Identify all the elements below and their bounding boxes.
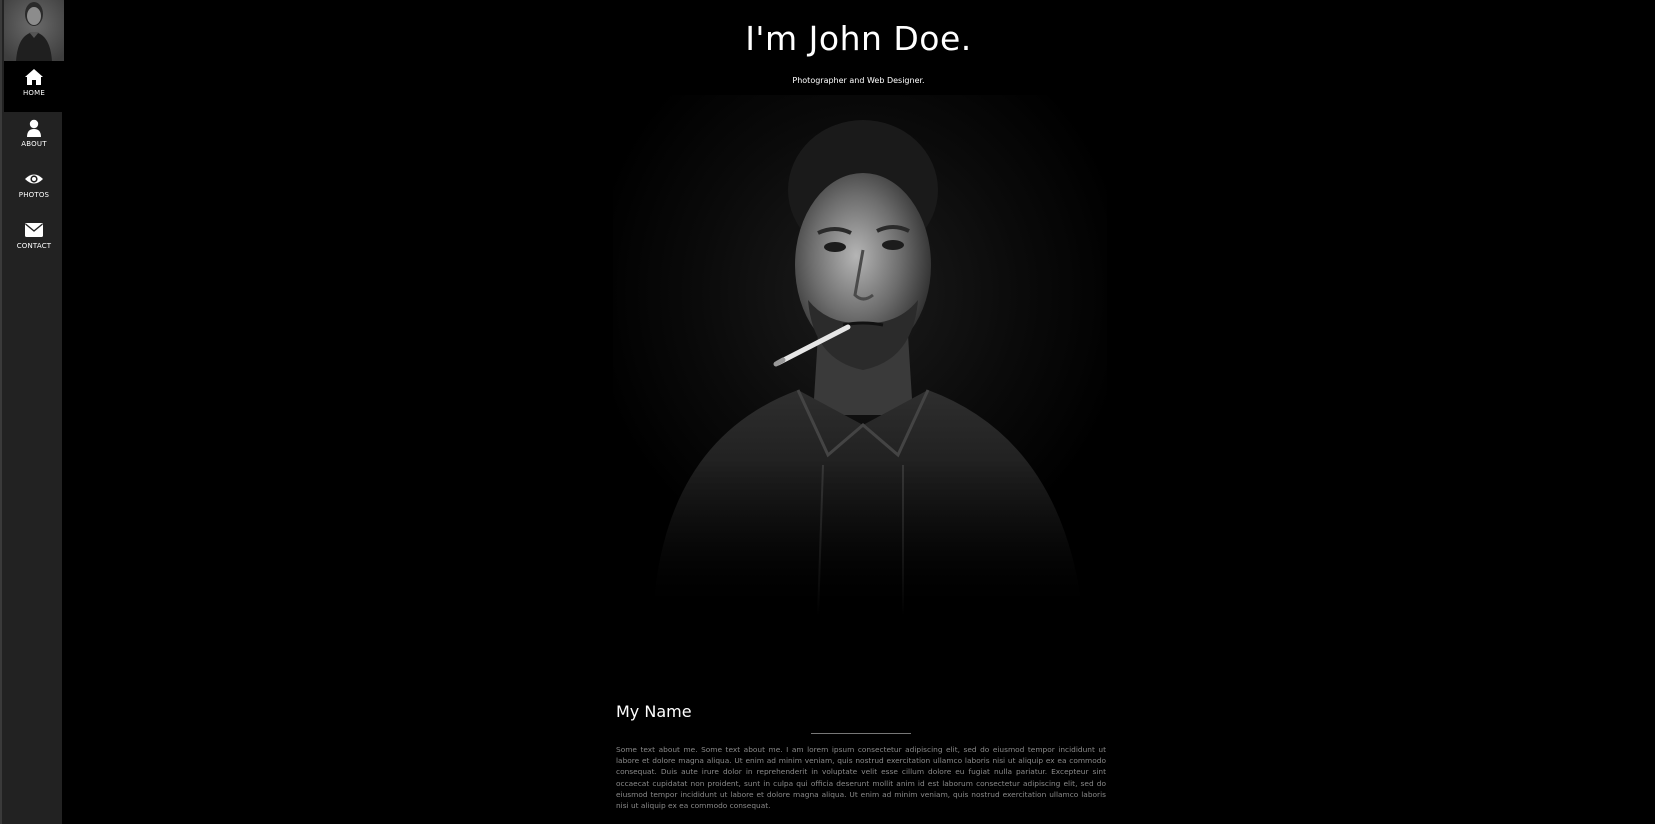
avatar-image — [4, 0, 64, 61]
page-title: I'm John Doe. — [745, 19, 972, 58]
about-text: Some text about me. Some text about me. … — [616, 745, 1106, 811]
sidebar-item-label: HOME — [22, 89, 46, 97]
page-subtitle: Photographer and Web Designer. — [792, 76, 925, 85]
about-divider — [811, 733, 911, 734]
about-section: My Name Some text about me. Some text ab… — [616, 702, 1106, 819]
sidebar-item-label: CONTACT — [16, 242, 52, 250]
about-heading: My Name — [616, 702, 692, 721]
envelope-icon — [25, 223, 43, 237]
sidebar-item-contact[interactable]: CONTACT — [4, 214, 64, 265]
portrait-photo — [613, 95, 1107, 615]
sidebar-item-photos[interactable]: PHOTOS — [4, 163, 64, 214]
page: HOME ABOUT PHOTOS CONTACT I'm John Doe. … — [0, 0, 1655, 824]
sidebar-nav: HOME ABOUT PHOTOS CONTACT — [0, 0, 64, 824]
home-icon — [25, 69, 43, 85]
avatar — [4, 0, 64, 61]
sidebar-item-home[interactable]: HOME — [4, 61, 64, 112]
sidebar-item-label: ABOUT — [21, 140, 47, 148]
sidebar-item-label: PHOTOS — [18, 191, 50, 199]
portrait-image — [613, 95, 1107, 615]
sidebar-item-about[interactable]: ABOUT — [4, 112, 64, 163]
eye-icon — [25, 174, 43, 184]
user-icon — [27, 119, 41, 137]
